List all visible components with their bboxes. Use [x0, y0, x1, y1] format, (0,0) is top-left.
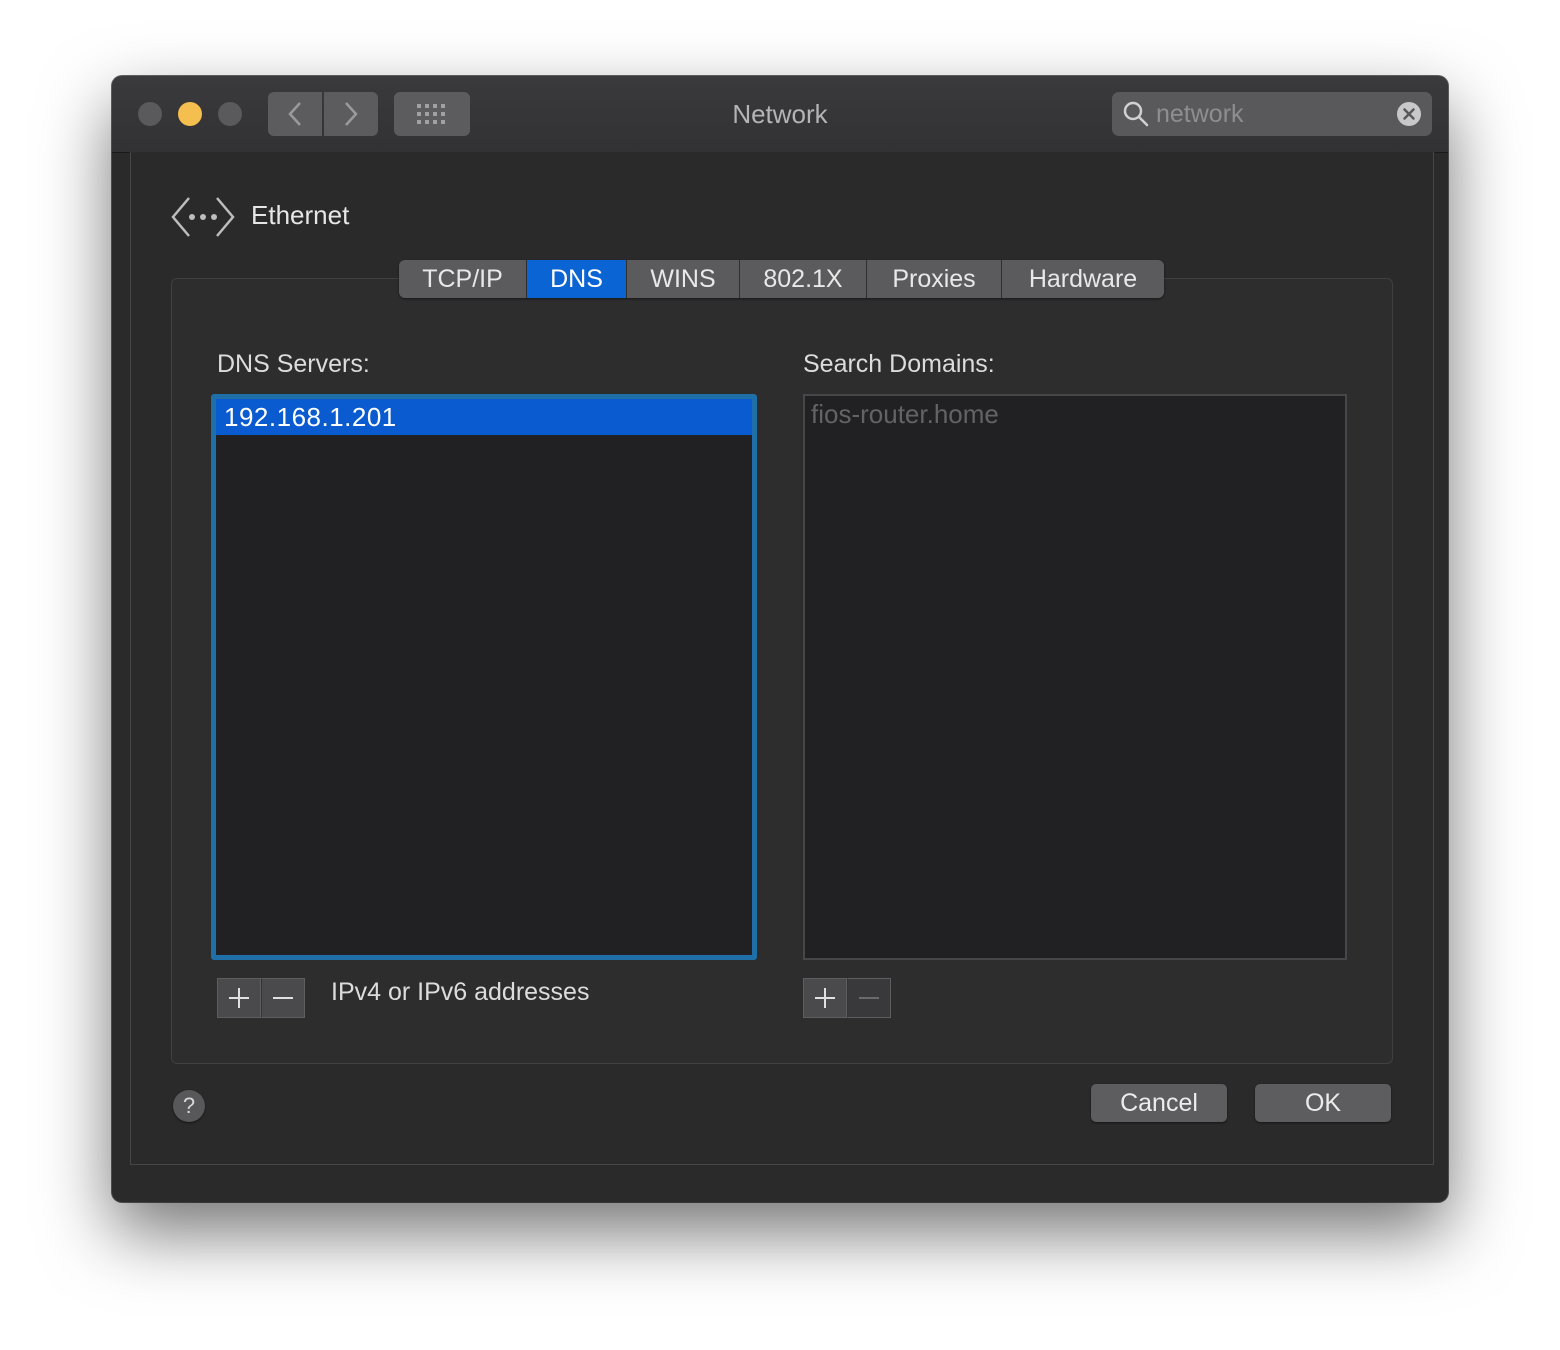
- minimize-window-button[interactable]: [178, 102, 202, 126]
- tab-proxies[interactable]: Proxies: [867, 260, 1002, 298]
- grid-icon: [417, 104, 445, 124]
- list-item[interactable]: 192.168.1.201: [216, 399, 752, 435]
- tab-wins[interactable]: WINS: [627, 260, 740, 298]
- add-search-domain-button[interactable]: [803, 978, 847, 1018]
- remove-search-domain-button[interactable]: [847, 978, 891, 1018]
- ok-button[interactable]: OK: [1255, 1084, 1391, 1122]
- minus-icon: [859, 997, 879, 999]
- dns-servers-list[interactable]: 192.168.1.201: [211, 394, 757, 960]
- help-button[interactable]: ?: [173, 1090, 205, 1122]
- forward-button[interactable]: [324, 92, 378, 136]
- remove-dns-server-button[interactable]: [261, 978, 305, 1018]
- search-domains-list[interactable]: fios-router.home: [803, 394, 1347, 960]
- tab-8021x[interactable]: 802.1X: [740, 260, 867, 298]
- tab-dns[interactable]: DNS: [527, 260, 627, 298]
- dns-hint-text: IPv4 or IPv6 addresses: [331, 978, 590, 1006]
- search-domains-label: Search Domains:: [803, 350, 995, 378]
- tab-tcpip[interactable]: TCP/IP: [399, 260, 527, 298]
- title-bar: Network: [112, 76, 1448, 153]
- chevron-right-icon: [345, 102, 358, 126]
- tab-bar: TCP/IP DNS WINS 802.1X Proxies Hardware: [399, 260, 1164, 298]
- list-item[interactable]: fios-router.home: [805, 396, 1345, 432]
- service-name: Ethernet: [251, 200, 350, 230]
- dns-add-remove-group: [217, 978, 305, 1018]
- search-field[interactable]: [1112, 92, 1432, 136]
- dns-servers-label: DNS Servers:: [217, 350, 370, 378]
- cancel-button[interactable]: Cancel: [1091, 1084, 1227, 1122]
- chevron-left-icon: [288, 102, 301, 126]
- zoom-window-button[interactable]: [218, 102, 242, 126]
- search-input[interactable]: [1156, 92, 1386, 136]
- sheet-content: Ethernet TCP/IP DNS WINS 802.1X Proxies …: [130, 152, 1434, 1165]
- minus-icon: [273, 997, 293, 999]
- show-all-button[interactable]: [394, 92, 470, 136]
- plus-icon: [815, 988, 835, 1008]
- network-preferences-window: Network Ethernet TCP/IP DNS: [112, 76, 1448, 1202]
- tab-hardware[interactable]: Hardware: [1002, 260, 1164, 298]
- add-dns-server-button[interactable]: [217, 978, 261, 1018]
- clear-search-icon[interactable]: [1396, 101, 1422, 127]
- close-window-button[interactable]: [138, 102, 162, 126]
- search-domain-add-remove-group: [803, 978, 891, 1018]
- plus-icon: [229, 988, 249, 1008]
- back-button[interactable]: [268, 92, 322, 136]
- search-icon: [1123, 101, 1149, 127]
- ethernet-icon: [171, 197, 235, 237]
